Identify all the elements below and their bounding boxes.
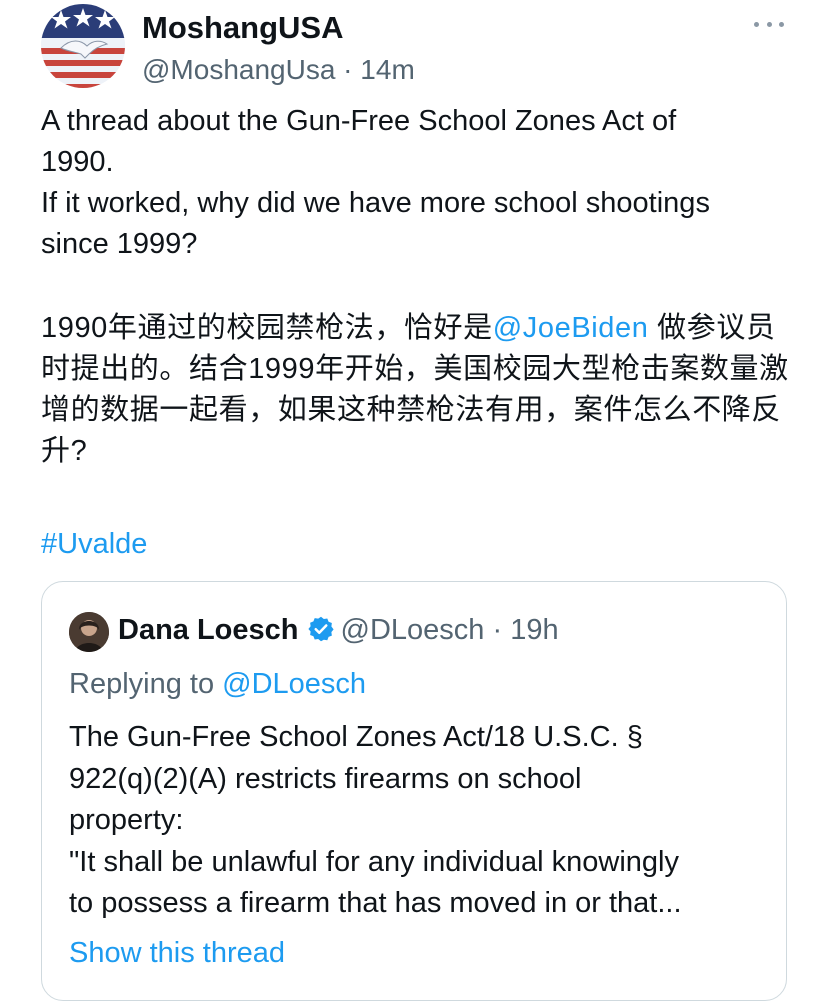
- show-thread-link[interactable]: Show this thread: [69, 933, 285, 973]
- verified-badge-icon: [307, 614, 335, 654]
- quoted-tweet-header: Dana Loesch @DLoesch · 19h: [118, 610, 559, 654]
- tweet-text-english: A thread about the Gun-Free School Zones…: [41, 101, 801, 265]
- quoted-text-line: "It shall be unlawful for any individual…: [69, 845, 679, 878]
- mention-link[interactable]: @JoeBiden: [493, 312, 649, 344]
- tweet-text-line: A thread about the Gun-Free School Zones…: [41, 105, 677, 137]
- author-avatar[interactable]: [41, 4, 125, 88]
- quoted-author-handle: @DLoesch: [340, 614, 485, 646]
- replying-to-prefix: Replying to: [69, 668, 223, 700]
- american-flag-eagle-icon: [41, 4, 125, 88]
- dot: [766, 21, 772, 27]
- quoted-text-line: to possess a firearm that has moved in o…: [69, 887, 682, 919]
- quoted-text-line: 922(q)(2)(A) restricts firearms on schoo…: [69, 762, 582, 795]
- quoted-author-avatar: [69, 612, 109, 652]
- replying-to-handle[interactable]: @DLoesch: [222, 668, 366, 700]
- hashtag-link[interactable]: #Uvalde: [41, 524, 147, 565]
- replying-to-line: Replying to @DLoesch: [69, 664, 366, 704]
- quoted-tweet-card[interactable]: Dana Loesch @DLoesch · 19h Replying to @D…: [41, 581, 787, 1001]
- tweet-text-line: 1990.: [41, 146, 114, 178]
- tweet[interactable]: MoshangUSA @MoshangUsa · 14m A thread ab…: [0, 0, 828, 1001]
- dot: [754, 21, 759, 27]
- author-handle-line: @MoshangUsa · 14m: [142, 52, 415, 88]
- quoted-text-line: property:: [69, 804, 184, 836]
- profile-photo-icon: [69, 612, 109, 652]
- quoted-timestamp: 19h: [510, 614, 559, 646]
- tweet-text-line: since 1999?: [41, 228, 198, 260]
- quoted-author-name: Dana Loesch: [118, 614, 299, 646]
- separator: ·: [335, 54, 361, 85]
- tweet-text-line: If it worked, why did we have more schoo…: [41, 187, 710, 219]
- tweet-header: MoshangUSA @MoshangUsa · 14m: [142, 10, 415, 88]
- author-name[interactable]: MoshangUSA: [142, 10, 415, 46]
- quoted-text-line: The Gun-Free School Zones Act/18 U.S.C. …: [69, 721, 643, 753]
- author-handle[interactable]: @MoshangUsa: [142, 54, 335, 85]
- tweet-text-chinese: 1990年通过的校园禁枪法，恰好是@JoeBiden 做参议员时提出的。结合19…: [41, 308, 791, 472]
- cn-text-before-mention: 1990年通过的校园禁枪法，恰好是: [41, 312, 493, 344]
- timestamp[interactable]: 14m: [360, 54, 414, 85]
- more-dots-icon[interactable]: [754, 14, 784, 34]
- dot: [779, 21, 784, 27]
- separator: ·: [484, 614, 511, 646]
- quoted-tweet-text: The Gun-Free School Zones Act/18 U.S.C. …: [69, 717, 769, 925]
